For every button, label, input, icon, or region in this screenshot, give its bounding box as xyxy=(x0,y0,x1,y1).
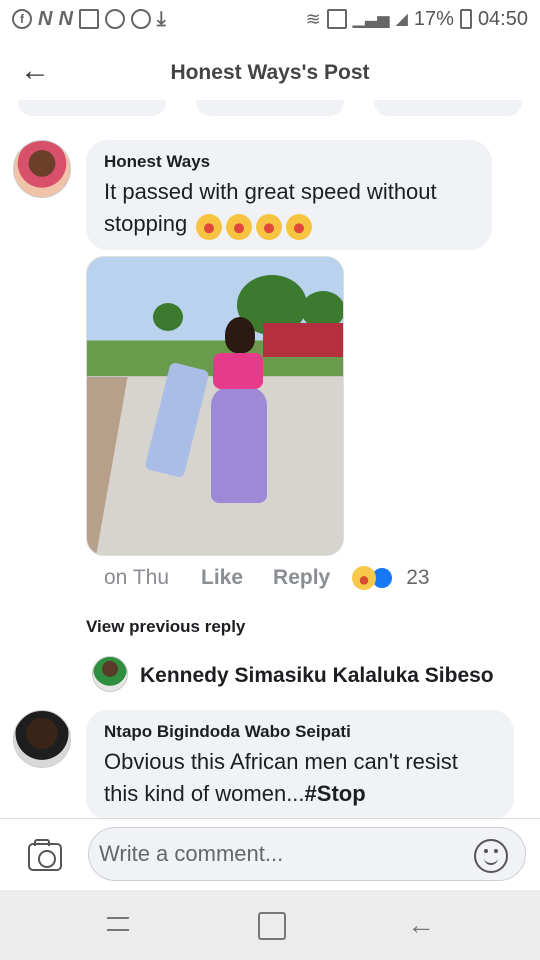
battery-icon xyxy=(459,9,472,29)
comment-text: Obvious this African men can't resist th… xyxy=(104,749,458,806)
n-icon: N xyxy=(38,7,53,30)
comment-bubble: Honest Ways It passed with great speed w… xyxy=(86,140,492,250)
figure-head xyxy=(225,317,255,353)
sim-icon xyxy=(326,9,347,29)
comment-composer xyxy=(0,818,540,890)
status-notifications: f N N ⤓ xyxy=(12,8,166,31)
wall xyxy=(263,323,343,357)
smile-icon[interactable] xyxy=(474,839,508,873)
laughing-emoji-icon xyxy=(285,213,312,240)
page-header: ← Honest Ways's Post xyxy=(0,38,540,108)
battery-percent: 17% xyxy=(413,7,454,30)
signal-icon: ◢ xyxy=(395,11,408,28)
image-icon xyxy=(78,9,99,29)
clock: 04:50 xyxy=(477,7,528,30)
figure-trousers xyxy=(211,387,267,503)
back-icon[interactable]: ← xyxy=(406,910,436,940)
comment-author[interactable]: Honest Ways xyxy=(104,152,474,172)
navigation-bar: ← xyxy=(0,890,540,960)
reply-button[interactable]: Reply xyxy=(273,566,330,590)
home-icon[interactable] xyxy=(256,910,286,940)
laughing-emoji-icon xyxy=(225,213,252,240)
avatar[interactable] xyxy=(92,656,128,692)
comment-bubble: Ntapo Bigindoda Wabo Seipati Obvious thi… xyxy=(86,710,514,820)
laughing-emoji-icon xyxy=(255,213,282,240)
comment-actions: on Thu Like Reply 23 xyxy=(104,566,430,590)
comment-author[interactable]: Ntapo Bigindoda Wabo Seipati xyxy=(104,722,496,742)
camera-icon[interactable] xyxy=(28,839,62,871)
figure-top xyxy=(213,353,263,389)
reaction-count[interactable]: 23 xyxy=(406,566,429,590)
status-bar: f N N ⤓ ≋ ▁▃▅ ◢ 17% 04:50 xyxy=(0,0,540,38)
avatar[interactable] xyxy=(13,140,71,198)
tree xyxy=(153,303,183,331)
comment-input[interactable] xyxy=(88,827,526,881)
reply-preview-name[interactable]: Kennedy Simasiku Kalaluka Sibeso xyxy=(140,664,494,688)
wifi-icon: ≋ xyxy=(305,8,321,29)
reaction-tab-bg xyxy=(196,100,344,116)
circle-icon xyxy=(104,9,125,29)
recent-apps-icon[interactable] xyxy=(104,910,134,940)
emoji-group xyxy=(192,213,312,240)
download-icon: ⤓ xyxy=(156,7,166,30)
view-previous-reply-link[interactable]: View previous reply xyxy=(86,617,245,637)
avatar[interactable] xyxy=(13,710,71,768)
laughing-emoji-icon xyxy=(195,213,222,240)
comment-photo[interactable] xyxy=(86,256,344,556)
reaction-tab-bg xyxy=(374,100,522,116)
n-icon: N xyxy=(58,7,73,30)
signal-icon: ▁▃▅ xyxy=(352,11,390,28)
status-system: ≋ ▁▃▅ ◢ 17% 04:50 xyxy=(306,8,528,31)
facebook-icon: f xyxy=(12,9,32,29)
page-title: Honest Ways's Post xyxy=(170,61,370,84)
circle-icon xyxy=(130,9,151,29)
reaction-tab-bg xyxy=(18,100,166,116)
hashtag-link[interactable]: #Stop xyxy=(305,781,366,806)
like-button[interactable]: Like xyxy=(201,566,243,590)
comment-time[interactable]: on Thu xyxy=(104,566,169,590)
